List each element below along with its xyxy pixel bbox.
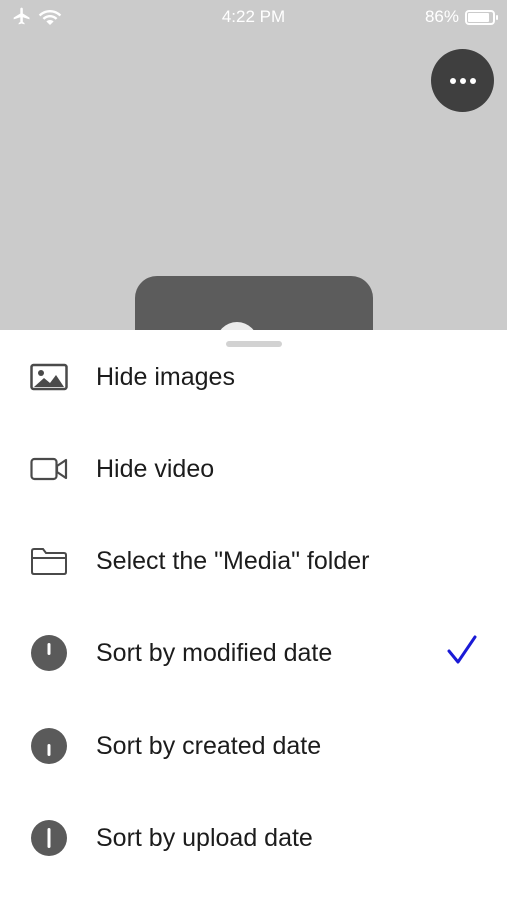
battery-fill	[468, 12, 489, 22]
status-bar: 4:22 PM 86%	[0, 0, 507, 34]
menu-item-hide-images[interactable]: Hide images	[0, 331, 507, 423]
menu-item-sort-upload[interactable]: Sort by upload date	[0, 792, 507, 884]
more-horizontal-icon	[449, 77, 456, 84]
menu-item-label: Select the "Media" folder	[96, 547, 370, 575]
checkmark-icon	[447, 635, 477, 664]
more-dot	[469, 77, 476, 84]
options-bottom-sheet: Hide images Hide video Select the "Media…	[0, 330, 507, 900]
clock-icon	[30, 634, 68, 672]
more-dot	[459, 77, 466, 84]
video-camera-icon	[30, 450, 68, 488]
menu-item-sort-modified[interactable]: Sort by modified date	[0, 607, 507, 699]
menu-item-sort-created[interactable]: Sort by created date	[0, 700, 507, 792]
menu-item-label: Hide images	[96, 363, 235, 391]
menu-item-select-media-folder[interactable]: Select the "Media" folder	[0, 515, 507, 607]
menu-item-label: Sort by created date	[96, 732, 322, 760]
menu-item-label: Sort by upload date	[96, 824, 313, 852]
clock-icon	[30, 819, 68, 857]
folder-icon	[30, 542, 68, 580]
image-icon	[30, 358, 68, 396]
battery-percentage: 86%	[424, 7, 459, 26]
battery-icon	[465, 9, 498, 25]
menu-item-label: Sort by modified date	[96, 639, 333, 667]
menu-item-hide-video[interactable]: Hide video	[0, 423, 507, 515]
menu-item-label: Hide video	[96, 455, 215, 483]
clock-icon	[30, 727, 68, 765]
more-options-button[interactable]	[431, 49, 494, 112]
status-bar-right: 86%	[424, 7, 498, 27]
